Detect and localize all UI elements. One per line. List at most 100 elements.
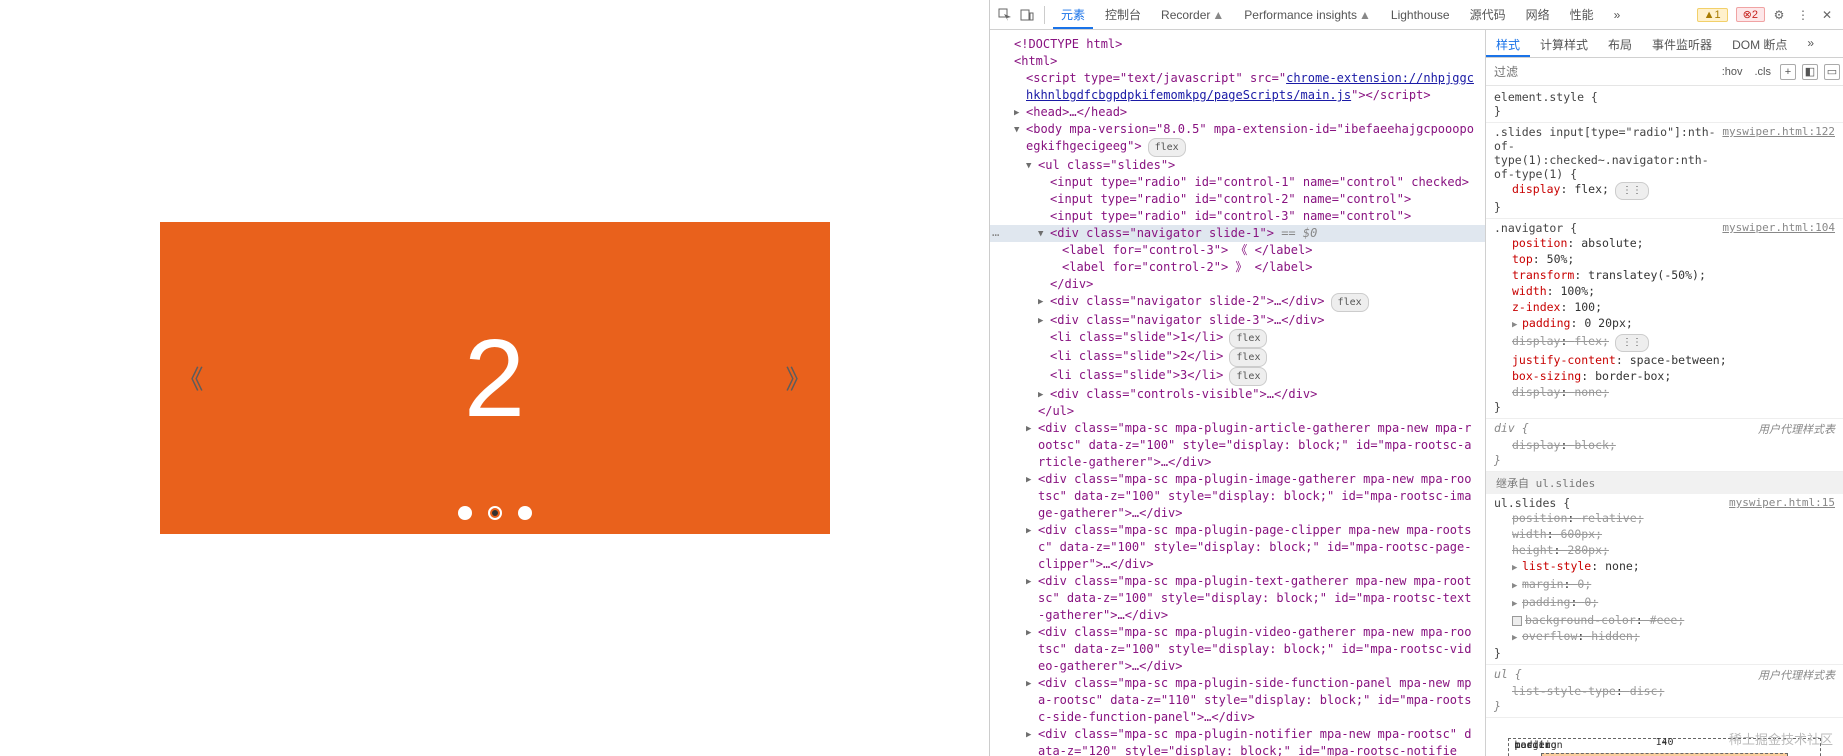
gear-icon[interactable]: ⚙ [1769,5,1789,25]
css-declaration[interactable]: background-color: #eee; [1494,612,1835,628]
tab-recorder[interactable]: Recorder▲ [1153,2,1232,28]
styles-tab-computed[interactable]: 计算样式 [1530,30,1598,57]
dom-node[interactable]: <li class="slide">2</li>flex [990,348,1485,367]
dom-node[interactable]: ▶<div class="controls-visible">…</div> [990,386,1485,403]
dom-node[interactable]: </ul> [990,403,1485,420]
rule-navigator[interactable]: .navigator {myswiper.html:104 position: … [1486,219,1843,419]
tab-performance-insights[interactable]: Performance insights▲ [1236,2,1379,28]
cls-button[interactable]: .cls [1749,66,1778,78]
pagination-dots [458,506,532,520]
styles-pane: 样式 计算样式 布局 事件监听器 DOM 断点 » :hov .cls + ◧ … [1486,30,1843,756]
dom-node[interactable]: </div> [990,276,1485,293]
styles-tabs: 样式 计算样式 布局 事件监听器 DOM 断点 » [1486,30,1843,58]
css-declaration[interactable]: z-index: 100; [1494,299,1835,315]
dom-node[interactable]: <label for="control-2"> 》 </label> [990,259,1485,276]
css-declaration[interactable]: display: block; [1494,437,1835,453]
dom-node[interactable]: ▼<body mpa-version="8.0.5" mpa-extension… [990,121,1485,157]
styles-rules[interactable]: element.style { } .slides input[type="ra… [1486,86,1843,756]
dom-node[interactable]: ▶<div class="mpa-sc mpa-plugin-side-func… [990,675,1485,726]
css-declaration[interactable]: ▶padding: 0; [1494,594,1835,612]
css-declaration[interactable]: ▶list-style: none; [1494,558,1835,576]
watermark: 稀土掘金技术社区 [1729,729,1833,748]
styles-filter: :hov .cls + ◧ ▭ [1486,58,1843,86]
dom-node[interactable]: <label for="control-3"> 《 </label> [990,242,1485,259]
styles-tab-styles[interactable]: 样式 [1486,30,1530,57]
contrast-icon[interactable]: ◧ [1802,64,1818,80]
dom-node[interactable]: <li class="slide">3</li>flex [990,367,1485,386]
dom-node[interactable]: ▶<div class="navigator slide-2">…</div>f… [990,293,1485,312]
dom-node[interactable]: <li class="slide">1</li>flex [990,329,1485,348]
hov-button[interactable]: :hov [1716,66,1749,78]
css-declaration[interactable]: justify-content: space-between; [1494,352,1835,368]
dom-node[interactable]: ▶<head>…</head> [990,104,1485,121]
device-icon[interactable] [1018,6,1036,24]
css-declaration[interactable]: box-sizing: border-box; [1494,368,1835,384]
slide-number: 2 [464,315,525,442]
dom-node[interactable]: <!DOCTYPE html> [990,36,1485,53]
inherited-from: 继承自 ul.slides [1486,472,1843,494]
styles-tab-listeners[interactable]: 事件监听器 [1642,30,1722,57]
dom-node[interactable]: ▶<div class="mpa-sc mpa-plugin-text-gath… [990,573,1485,624]
tab-elements[interactable]: 元素 [1053,0,1093,29]
tab-console[interactable]: 控制台 [1097,0,1149,29]
dom-node[interactable]: ▶<div class="mpa-sc mpa-plugin-video-gat… [990,624,1485,675]
rule-div-ua[interactable]: div {用户代理样式表 display: block; } [1486,419,1843,472]
dom-node[interactable]: <input type="radio" id="control-1" name=… [990,174,1485,191]
css-declaration[interactable]: ▶overflow: hidden; [1494,628,1835,646]
css-declaration[interactable]: display: none; [1494,384,1835,400]
css-declaration[interactable]: width: 100%; [1494,283,1835,299]
tab-performance[interactable]: 性能 [1562,0,1602,29]
styles-tab-more[interactable]: » [1797,30,1824,57]
warnings-badge[interactable]: ▲1 [1697,8,1728,22]
css-declaration[interactable]: ▶padding: 0 20px; [1494,315,1835,333]
computed-toggle-icon[interactable]: ▭ [1824,64,1840,80]
rule-slides[interactable]: .slides input[type="radio"]:nth-of-type(… [1486,123,1843,219]
close-icon[interactable]: ✕ [1817,5,1837,25]
dom-node[interactable]: ▶<div class="mpa-sc mpa-plugin-article-g… [990,420,1485,471]
styles-tab-layout[interactable]: 布局 [1598,30,1642,57]
next-chevron-icon[interactable]: 》 [785,360,811,397]
kebab-icon[interactable]: ⋮ [1793,5,1813,25]
dom-node[interactable]: ▶<div class="navigator slide-3">…</div> [990,312,1485,329]
tab-sources[interactable]: 源代码 [1462,0,1514,29]
dom-node[interactable]: ▶<div class="mpa-sc mpa-plugin-image-gat… [990,471,1485,522]
dom-node[interactable]: ▼<ul class="slides"> [990,157,1485,174]
dot-2[interactable] [488,506,502,520]
dom-node[interactable]: <html> [990,53,1485,70]
styles-tab-dom-bp[interactable]: DOM 断点 [1722,30,1797,57]
css-declaration[interactable]: transform: translatey(-50%); [1494,267,1835,283]
css-declaration[interactable]: display: flex;⋮⋮ [1494,181,1835,200]
css-declaration[interactable]: top: 50%; [1494,251,1835,267]
devtools: 元素 控制台 Recorder▲ Performance insights▲ L… [990,0,1843,756]
rule-element-style[interactable]: element.style { } [1486,88,1843,123]
filter-input[interactable] [1486,65,1716,79]
dom-node[interactable]: ▶<div class="mpa-sc mpa-plugin-notifier … [990,726,1485,756]
dom-node[interactable]: <script type="text/javascript" src="chro… [990,70,1485,104]
dom-node[interactable]: <input type="radio" id="control-3" name=… [990,208,1485,225]
dot-3[interactable] [518,506,532,520]
css-declaration[interactable]: position: absolute; [1494,235,1835,251]
errors-badge[interactable]: ⊗ 2 [1736,7,1765,22]
slider: 《 2 》 [160,222,830,534]
new-rule-button[interactable]: + [1780,64,1796,80]
rule-ulslides[interactable]: ul.slides {myswiper.html:15 position: re… [1486,494,1843,665]
rule-ul-ua[interactable]: ul {用户代理样式表 list-style-type: disc; } [1486,665,1843,718]
devtools-toolbar: 元素 控制台 Recorder▲ Performance insights▲ L… [990,0,1843,30]
prev-chevron-icon[interactable]: 《 [178,360,204,397]
dom-node[interactable]: <input type="radio" id="control-2" name=… [990,191,1485,208]
css-declaration[interactable]: height: 280px; [1494,542,1835,558]
css-declaration[interactable]: width: 600px; [1494,526,1835,542]
css-declaration[interactable]: position: relative; [1494,510,1835,526]
css-declaration[interactable]: display: flex;⋮⋮ [1494,333,1835,352]
tab-more[interactable]: » [1606,2,1629,28]
dom-node[interactable]: ▶<div class="mpa-sc mpa-plugin-page-clip… [990,522,1485,573]
tab-lighthouse[interactable]: Lighthouse [1383,2,1458,28]
inspect-icon[interactable] [996,6,1014,24]
css-declaration[interactable]: ▶margin: 0; [1494,576,1835,594]
tab-network[interactable]: 网络 [1518,0,1558,29]
dom-node-selected[interactable]: ⋯▼<div class="navigator slide-1"> == $0 [990,225,1485,242]
dot-1[interactable] [458,506,472,520]
rendered-page: 《 2 》 [0,0,990,756]
css-declaration[interactable]: list-style-type: disc; [1494,683,1835,699]
elements-tree[interactable]: <!DOCTYPE html> <html> <script type="tex… [990,30,1486,756]
